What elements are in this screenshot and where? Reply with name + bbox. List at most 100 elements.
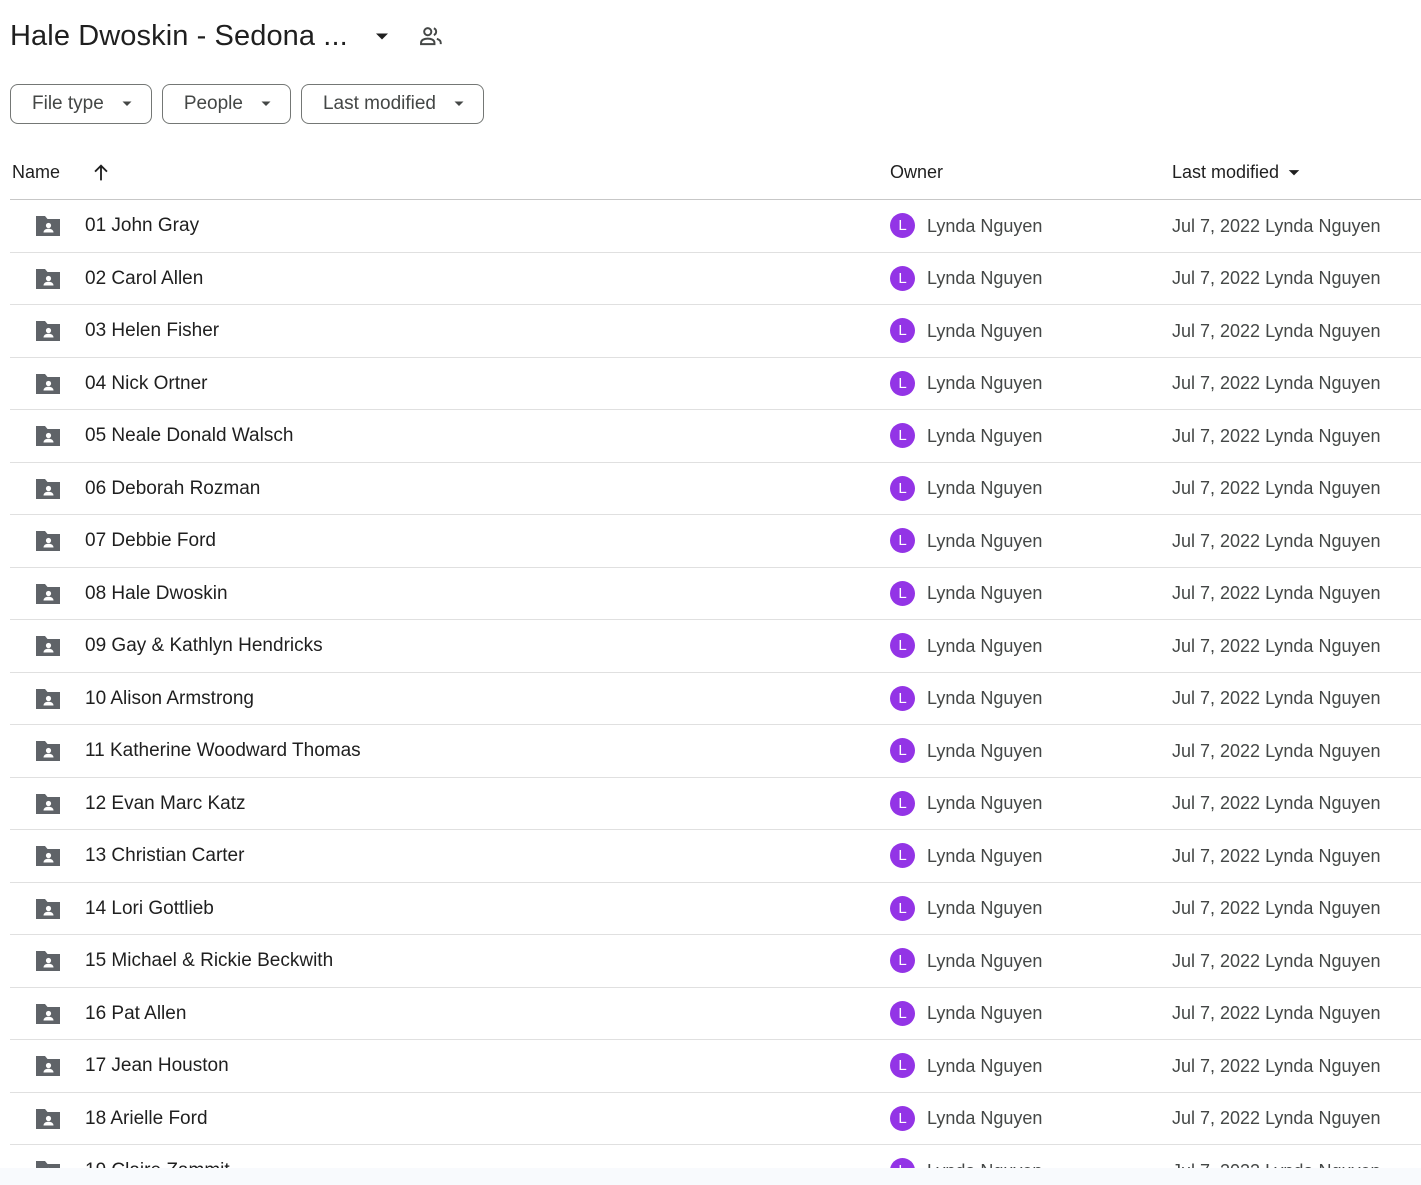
arrow-upward-icon[interactable] [90,162,112,184]
avatar: L [890,1105,915,1131]
avatar: L [890,528,915,553]
file-name[interactable]: 13 Christian Carter [85,830,244,882]
arrow-drop-down-icon [1287,166,1301,180]
last-modified-filter[interactable]: Last modified [300,84,484,124]
file-name[interactable]: 02 Carol Allen [85,253,203,305]
owner-name: Lynda Nguyen [927,320,1043,341]
shared-folder-icon [34,529,62,553]
table-row[interactable]: 11 Katherine Woodward Thomas L Lynda Ngu… [10,725,1421,778]
avatar: L [890,843,915,868]
avatar: L [890,580,915,606]
shared-folder-icon [34,1159,62,1168]
people-filter[interactable]: People [161,84,291,124]
last-modified-value: Jul 7, 2022 Lynda Nguyen [1172,950,1381,971]
owner-name: Lynda Nguyen [927,845,1043,866]
owner-name: Lynda Nguyen [927,635,1043,656]
last-modified-value: Jul 7, 2022 Lynda Nguyen [1172,583,1381,603]
owner-name: Lynda Nguyen [927,793,1043,813]
avatar: L [890,790,915,816]
last-modified-value: Jul 7, 2022 Lynda Nguyen [1172,1108,1381,1128]
table-row[interactable]: 18 Arielle Ford L Lynda Nguyen Jul 7, 20… [10,1093,1421,1145]
table-row[interactable]: 08 Hale Dwoskin L Lynda Nguyen Jul 7, 20… [10,568,1421,620]
table-row[interactable]: 15 Michael & Rickie Beckwith L Lynda Ngu… [10,935,1421,988]
file-name[interactable]: 14 Lori Gottlieb [85,883,214,935]
avatar: L [890,738,915,763]
shared-folder-icon [34,634,62,658]
filter-label: File type [32,93,104,114]
avatar: L [890,948,915,973]
last-modified-value: Jul 7, 2022 Lynda Nguyen [1172,215,1381,236]
table-row[interactable]: 03 Helen Fisher L Lynda Nguyen Jul 7, 20… [10,305,1421,358]
avatar: L [890,265,915,291]
shared-folder-icon [34,687,62,711]
table-row[interactable]: 06 Deborah Rozman L Lynda Nguyen Jul 7, … [10,463,1421,515]
arrow-drop-down-icon [453,98,465,110]
avatar: L [890,633,915,658]
table-row[interactable]: 14 Lori Gottlieb L Lynda Nguyen Jul 7, 2… [10,883,1421,935]
file-name[interactable]: 03 Helen Fisher [85,305,219,357]
table-row[interactable]: 16 Pat Allen L Lynda Nguyen Jul 7, 2022 … [10,988,1421,1040]
table-row[interactable]: 17 Jean Houston L Lynda Nguyen Jul 7, 20… [10,1040,1421,1093]
file-name[interactable]: 09 Gay & Kathlyn Hendricks [85,620,323,672]
folder-title[interactable]: Hale Dwoskin - Sedona ... [10,20,348,53]
file-name[interactable]: 15 Michael & Rickie Beckwith [85,935,333,987]
last-modified-column-header[interactable]: Last modified [1172,146,1301,199]
avatar: L [890,1158,915,1168]
owner-name: Lynda Nguyen [927,583,1043,603]
owner-name: Lynda Nguyen [927,1145,1042,1169]
file-name[interactable]: 10 Alison Armstrong [85,673,254,725]
avatar: L [890,1000,915,1026]
file-name[interactable]: 11 Katherine Woodward Thomas [85,725,361,777]
arrow-drop-down-icon[interactable] [370,24,394,48]
file-name[interactable]: 16 Pat Allen [85,988,186,1040]
last-modified-value: Jul 7, 2022 Lynda Nguyen [1172,373,1381,393]
shared-folder-icon [34,844,62,868]
shared-folder-icon [34,949,62,973]
owner-name: Lynda Nguyen [927,268,1043,288]
file-name[interactable]: 06 Deborah Rozman [85,463,260,515]
last-modified-value: Jul 7, 2022 Lynda Nguyen [1172,688,1381,708]
file-name[interactable]: 04 Nick Ortner [85,358,207,410]
table-row[interactable]: 01 John Gray L Lynda Nguyen Jul 7, 2022 … [10,200,1421,253]
file-name[interactable]: 05 Neale Donald Walsch [85,410,293,462]
owner-name: Lynda Nguyen [927,373,1043,393]
table-row[interactable]: 13 Christian Carter L Lynda Nguyen Jul 7… [10,830,1421,883]
file-name[interactable]: 08 Hale Dwoskin [85,568,228,620]
file-list: 01 John Gray L Lynda Nguyen Jul 7, 2022 … [10,200,1421,1168]
avatar: L [890,895,915,921]
shared-folder-icon [34,214,62,238]
people-icon[interactable] [418,23,444,49]
shared-folder-icon [34,267,62,291]
table-row[interactable]: 19 Claire Zammit L Lynda Nguyen Jul 7, 2… [10,1145,1421,1168]
table-row[interactable]: 05 Neale Donald Walsch L Lynda Nguyen Ju… [10,410,1421,463]
shared-folder-icon [34,424,62,448]
avatar: L [890,423,915,448]
table-row[interactable]: 10 Alison Armstrong L Lynda Nguyen Jul 7… [10,673,1421,725]
avatar: L [890,475,915,501]
shared-folder-icon [34,792,62,816]
table-row[interactable]: 04 Nick Ortner L Lynda Nguyen Jul 7, 202… [10,358,1421,410]
filter-label: People [183,93,243,114]
file-type-filter[interactable]: File type [10,84,152,124]
table-row[interactable]: 09 Gay & Kathlyn Hendricks L Lynda Nguye… [10,620,1421,673]
bottom-strip [0,1168,1421,1185]
table-row[interactable]: 07 Debbie Ford L Lynda Nguyen Jul 7, 202… [10,515,1421,568]
shared-folder-icon [34,372,62,396]
file-name[interactable]: 01 John Gray [85,200,199,252]
owner-name: Lynda Nguyen [927,740,1043,761]
file-name[interactable]: 18 Arielle Ford [85,1093,208,1145]
owner-name: Lynda Nguyen [927,898,1043,918]
owner-column-header[interactable]: Owner [890,146,943,199]
table-row[interactable]: 02 Carol Allen L Lynda Nguyen Jul 7, 202… [10,253,1421,305]
filter-label: Last modified [322,93,436,114]
file-name[interactable]: 07 Debbie Ford [85,515,216,567]
name-column-header[interactable]: Name [12,146,60,199]
file-name[interactable]: 12 Evan Marc Katz [85,778,246,830]
table-row[interactable]: 12 Evan Marc Katz L Lynda Nguyen Jul 7, … [10,778,1421,830]
last-modified-value: Jul 7, 2022 Lynda Nguyen [1172,898,1381,918]
last-modified-value: Jul 7, 2022 Lynda Nguyen [1172,478,1381,498]
file-name[interactable]: 19 Claire Zammit [85,1145,230,1168]
file-name[interactable]: 17 Jean Houston [85,1040,229,1092]
avatar: L [890,685,915,711]
last-modified-value: Jul 7, 2022 Lynda Nguyen [1172,425,1381,446]
